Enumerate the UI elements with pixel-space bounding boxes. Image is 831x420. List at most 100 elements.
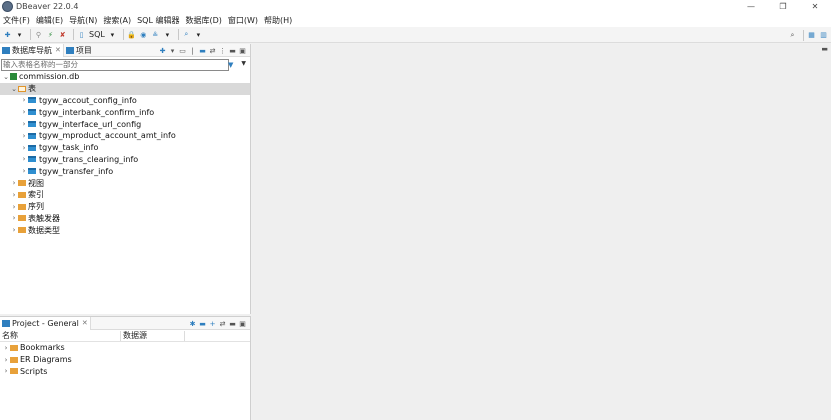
chevron-right-icon[interactable]: › bbox=[10, 191, 18, 199]
link-with-editor-icon[interactable]: ⇄ bbox=[209, 47, 216, 55]
dropdown-arrow-icon[interactable]: ▾ bbox=[163, 30, 172, 39]
link-with-editor-icon[interactable]: ⇄ bbox=[219, 320, 226, 328]
tree-node-indexes-folder[interactable]: › 索引 bbox=[0, 189, 250, 201]
dropdown-arrow-icon[interactable]: ▾ bbox=[108, 30, 117, 39]
settings-icon[interactable]: ✱ bbox=[189, 320, 196, 328]
menu-search[interactable]: 搜索(A) bbox=[103, 15, 131, 26]
menu-help[interactable]: 帮助(H) bbox=[264, 15, 292, 26]
chevron-down-icon[interactable]: ▼ bbox=[241, 60, 246, 67]
table-filter-input[interactable] bbox=[1, 58, 229, 71]
project-node-label: Scripts bbox=[20, 366, 48, 376]
menu-window[interactable]: 窗口(W) bbox=[228, 15, 258, 26]
sql-editor-button[interactable]: ▯ SQL bbox=[77, 30, 105, 39]
column-name-header[interactable]: 名称 bbox=[2, 330, 18, 341]
disconnect-icon[interactable]: ⚡ bbox=[46, 30, 55, 39]
tab-projects[interactable]: 项目 bbox=[64, 44, 94, 57]
menu-file[interactable]: 文件(F) bbox=[3, 15, 30, 26]
new-folder-icon[interactable]: ▭ bbox=[179, 47, 186, 55]
menu-database[interactable]: 数据库(D) bbox=[185, 15, 221, 26]
commit-icon[interactable]: ◉ bbox=[139, 30, 148, 39]
tree-node-tables-folder[interactable]: ⌄ 表 bbox=[0, 82, 250, 95]
collapse-all-icon[interactable]: ▬ bbox=[199, 320, 206, 328]
database-navigator-panel: 数据库导航 ✕ 项目 ✚ ▾ ▭ | ▬ ⇄ ⋮ ▬ ▣ ▼ ▼ ⌄ commi… bbox=[0, 43, 251, 314]
project-node-scripts[interactable]: › Scripts bbox=[0, 366, 250, 378]
dropdown-arrow-icon[interactable]: ▾ bbox=[194, 30, 203, 39]
connect-icon[interactable]: ⚲ bbox=[34, 30, 43, 39]
menu-sql-editor[interactable]: SQL 编辑器 bbox=[137, 15, 179, 26]
tree-node-table[interactable]: › tgyw_trans_clearing_info bbox=[0, 154, 250, 166]
chevron-down-icon[interactable]: ⌄ bbox=[2, 73, 10, 81]
dropdown-arrow-icon[interactable]: ▾ bbox=[169, 47, 176, 55]
menu-edit[interactable]: 编辑(E) bbox=[36, 15, 63, 26]
tab-projects-label: 项目 bbox=[75, 45, 92, 55]
column-divider[interactable] bbox=[120, 331, 121, 341]
window-controls: — ❐ ✕ bbox=[735, 0, 831, 13]
new-connection-icon[interactable]: ✚ bbox=[3, 30, 12, 39]
maximize-icon[interactable]: ▣ bbox=[239, 47, 246, 55]
minimize-icon[interactable]: ▬ bbox=[229, 320, 236, 328]
chevron-right-icon[interactable]: › bbox=[10, 179, 18, 187]
editor-area[interactable]: ▬ bbox=[252, 44, 831, 420]
project-panel: Project - General ✕ ✱ ▬ + ⇄ ▬ ▣ 名称 数据源 ›… bbox=[0, 316, 251, 420]
project-node-bookmarks[interactable]: › Bookmarks bbox=[0, 342, 250, 354]
toolbar-separator bbox=[73, 29, 74, 40]
editor-minimize-icon[interactable]: ▬ bbox=[821, 45, 828, 53]
search-icon[interactable]: ⌕ bbox=[182, 30, 191, 39]
tab-project-general[interactable]: Project - General ✕ bbox=[0, 316, 91, 330]
global-search-icon[interactable]: ⌕ bbox=[788, 31, 797, 40]
project-icon bbox=[2, 319, 10, 327]
main-toolbar: ✚ ▾ ⚲ ⚡ ✘ ▯ SQL ▾ 🔒 ◉ ≗ ▾ ⌕ ▾ ⌕ ▦ ▥ bbox=[0, 27, 831, 43]
chevron-right-icon[interactable]: › bbox=[20, 167, 28, 175]
chevron-right-icon[interactable]: › bbox=[2, 344, 10, 352]
filter-icon[interactable]: ▼ bbox=[228, 61, 235, 69]
tree-node-table[interactable]: › tgyw_task_info bbox=[0, 142, 250, 154]
new-connection-icon[interactable]: ✚ bbox=[159, 47, 166, 55]
tree-node-table[interactable]: › tgyw_interbank_confirm_info bbox=[0, 106, 250, 118]
close-button[interactable]: ✕ bbox=[799, 0, 831, 13]
collapse-all-icon[interactable]: ▬ bbox=[199, 47, 206, 55]
chevron-right-icon[interactable]: › bbox=[20, 155, 28, 163]
chevron-right-icon[interactable]: › bbox=[20, 144, 28, 152]
transaction-mode-icon[interactable]: ≗ bbox=[151, 30, 160, 39]
tree-node-table[interactable]: › tgyw_interface_url_config bbox=[0, 118, 250, 130]
tab-database-navigator[interactable]: 数据库导航 ✕ bbox=[0, 43, 64, 57]
restore-button[interactable]: ❐ bbox=[767, 0, 799, 13]
tree-node-datatypes-folder[interactable]: › 数据类型 bbox=[0, 224, 250, 236]
chevron-right-icon[interactable]: › bbox=[10, 214, 18, 222]
chevron-right-icon[interactable]: › bbox=[20, 96, 28, 104]
column-divider[interactable] bbox=[184, 331, 185, 341]
chevron-right-icon[interactable]: › bbox=[10, 226, 18, 234]
chevron-right-icon[interactable]: › bbox=[20, 108, 28, 116]
dropdown-arrow-icon[interactable]: ▾ bbox=[15, 30, 24, 39]
chevron-right-icon[interactable]: › bbox=[10, 203, 18, 211]
tree-node-triggers-folder[interactable]: › 表触发器 bbox=[0, 213, 250, 225]
close-icon[interactable]: ✕ bbox=[82, 319, 88, 327]
close-icon[interactable]: ✕ bbox=[55, 46, 61, 54]
view-menu-icon[interactable]: ⋮ bbox=[219, 47, 226, 55]
minimize-button[interactable]: — bbox=[735, 0, 767, 13]
chevron-right-icon[interactable]: › bbox=[20, 120, 28, 128]
chevron-right-icon[interactable]: › bbox=[20, 132, 28, 140]
perspective-db-icon[interactable]: ▥ bbox=[819, 31, 828, 40]
menu-navigate[interactable]: 导航(N) bbox=[69, 15, 97, 26]
window-title: DBeaver 22.0.4 bbox=[16, 2, 79, 11]
tree-node-views-folder[interactable]: › 视图 bbox=[0, 177, 250, 189]
chevron-down-icon[interactable]: ⌄ bbox=[10, 85, 18, 93]
perspective-icon[interactable]: ▦ bbox=[807, 31, 816, 40]
chevron-right-icon[interactable]: › bbox=[2, 367, 10, 375]
project-node-er-diagrams[interactable]: › ER Diagrams bbox=[0, 354, 250, 366]
tree-node-sequences-folder[interactable]: › 序列 bbox=[0, 201, 250, 213]
chevron-right-icon[interactable]: › bbox=[2, 356, 10, 364]
lock-icon[interactable]: 🔒 bbox=[127, 30, 136, 39]
add-icon[interactable]: + bbox=[209, 320, 216, 328]
maximize-icon[interactable]: ▣ bbox=[239, 320, 246, 328]
tree-node-connection[interactable]: ⌄ commission.db bbox=[0, 71, 250, 83]
tree-node-table[interactable]: › tgyw_accout_config_info bbox=[0, 95, 250, 107]
invalidate-icon[interactable]: ✘ bbox=[58, 30, 67, 39]
tree-node-table[interactable]: › tgyw_mproduct_account_amt_info bbox=[0, 130, 250, 142]
tree-node-table[interactable]: › tgyw_transfer_info bbox=[0, 165, 250, 177]
navigator-tab-tools: ✚ ▾ ▭ | ▬ ⇄ ⋮ ▬ ▣ bbox=[156, 44, 246, 57]
column-datasource-header[interactable]: 数据源 bbox=[123, 330, 147, 341]
tab-database-navigator-label: 数据库导航 bbox=[12, 45, 52, 55]
minimize-icon[interactable]: ▬ bbox=[229, 47, 236, 55]
